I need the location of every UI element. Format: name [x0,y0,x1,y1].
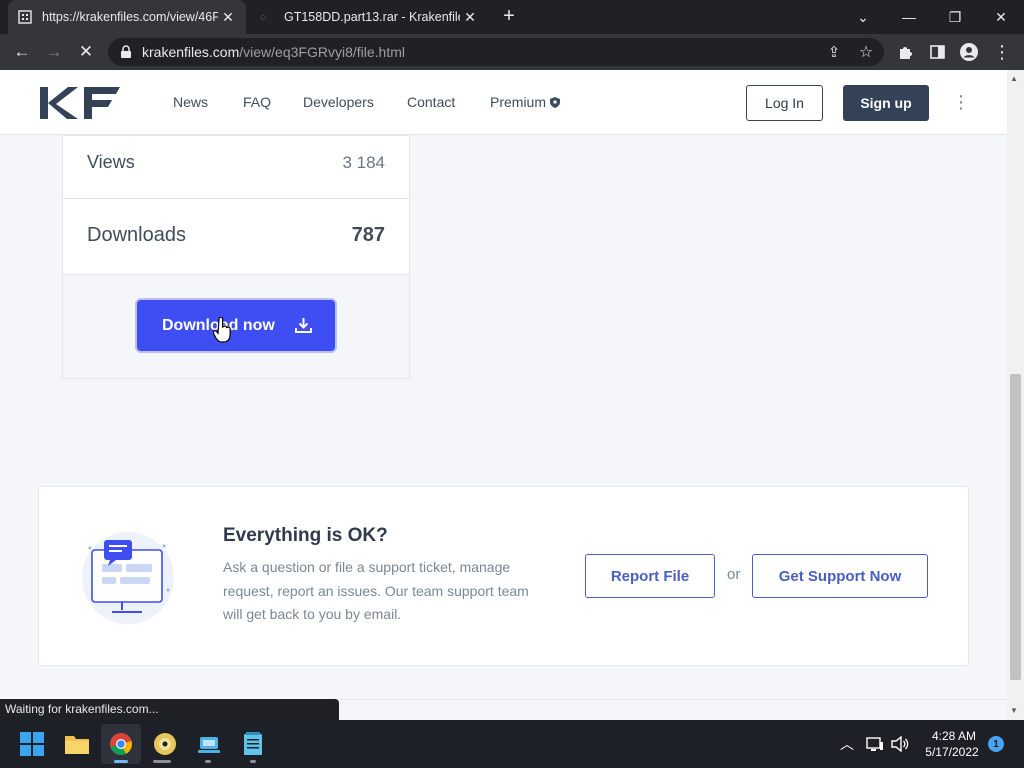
support-description: Ask a question or file a support ticket,… [223,559,529,622]
support-title: Everything is OK? [223,525,388,546]
browser-tab[interactable]: https://krakenfiles.com/view/46FI ✕ [8,0,246,34]
browser-tab[interactable]: ◌ GT158DD.part13.rar - Krakenfiles ✕ [250,0,488,34]
taskbar-media-app[interactable] [145,724,185,764]
tab-title: GT158DD.part13.rar - Krakenfiles [284,10,460,24]
tab-search-icon[interactable]: ⌄ [840,0,886,34]
krakenfiles-logo[interactable]: KF [38,85,122,121]
running-app-indicator [205,760,211,763]
views-value: 3 184 [342,153,385,172]
profile-icon[interactable] [960,43,978,61]
active-app-indicator [114,760,128,763]
clock-time[interactable]: 4:28 AM [924,729,984,743]
show-hidden-icons-icon[interactable]: ︿ [840,734,854,754]
support-monitor-icon [82,532,174,624]
restore-icon[interactable]: ❐ [932,0,978,34]
url-text[interactable]: krakenfiles.com/view/eq3FGRvyi8/file.htm… [142,44,405,60]
clock-date[interactable]: 5/17/2022 [920,745,984,759]
scroll-down-arrow-icon[interactable]: ▼ [1010,706,1018,715]
forward-icon[interactable]: → [37,34,71,70]
views-label: Views [87,152,135,172]
report-file-button[interactable]: Report File [585,554,715,598]
taskbar-app[interactable] [189,724,229,764]
close-tab-icon[interactable]: ✕ [460,9,480,26]
tab-title: https://krakenfiles.com/view/46FI [42,10,218,24]
hand-cursor-icon [213,317,231,343]
loading-icon: ◌ [260,11,266,23]
download-icon [294,318,312,333]
app-window-icon [198,737,220,753]
side-panel-icon[interactable] [930,45,945,59]
taskbar-notepad[interactable] [233,724,273,764]
network-icon[interactable] [866,736,884,752]
close-tab-icon[interactable]: ✕ [218,9,238,26]
status-bubble: Waiting for krakenfiles.com... [0,699,339,720]
stop-loading-icon[interactable]: ✕ [69,34,103,70]
or-separator: or [727,566,741,583]
notepad-icon [244,732,262,755]
extensions-icon[interactable] [897,44,913,60]
shield-icon [549,97,560,108]
login-button[interactable]: Log In [746,85,823,121]
browser-menu-icon[interactable]: ⋮ [985,34,1019,70]
scrollbar-thumb[interactable] [1010,374,1021,680]
nav-faq[interactable]: FAQ [243,94,271,110]
notification-badge[interactable]: 1 [988,736,1004,752]
scroll-up-arrow-icon[interactable]: ▲ [1010,74,1018,83]
minimize-icon[interactable]: — [886,0,932,34]
row-divider [63,198,409,199]
disc-icon [154,733,176,755]
close-window-icon[interactable]: ✕ [978,0,1024,34]
nav-premium[interactable]: Premium [490,94,560,110]
folder-icon [65,736,89,754]
volume-icon[interactable] [891,736,909,752]
taskbar-file-explorer[interactable] [57,724,97,764]
site-menu-icon[interactable]: ⋮ [952,92,970,113]
bookmark-star-icon[interactable]: ☆ [849,34,883,70]
taskbar-chrome[interactable] [101,724,141,764]
start-button[interactable] [12,724,52,764]
back-icon[interactable]: ← [5,34,39,70]
chrome-icon [110,733,132,755]
lock-icon[interactable] [120,45,132,59]
nav-premium-label: Premium [490,94,547,110]
signup-button[interactable]: Sign up [843,85,929,121]
running-app-indicator [153,760,171,763]
share-icon[interactable]: ⇪ [817,34,851,70]
new-tab-button[interactable]: + [498,5,520,29]
nav-developers[interactable]: Developers [303,94,374,110]
running-app-indicator [250,760,256,763]
downloads-value: 787 [351,224,385,246]
nav-contact[interactable]: Contact [407,94,455,110]
windows-icon [20,732,44,756]
page-icon [18,10,32,24]
get-support-button[interactable]: Get Support Now [752,554,928,598]
nav-news[interactable]: News [173,94,208,110]
download-now-button[interactable]: Download now [137,300,335,351]
downloads-label: Downloads [87,224,186,246]
